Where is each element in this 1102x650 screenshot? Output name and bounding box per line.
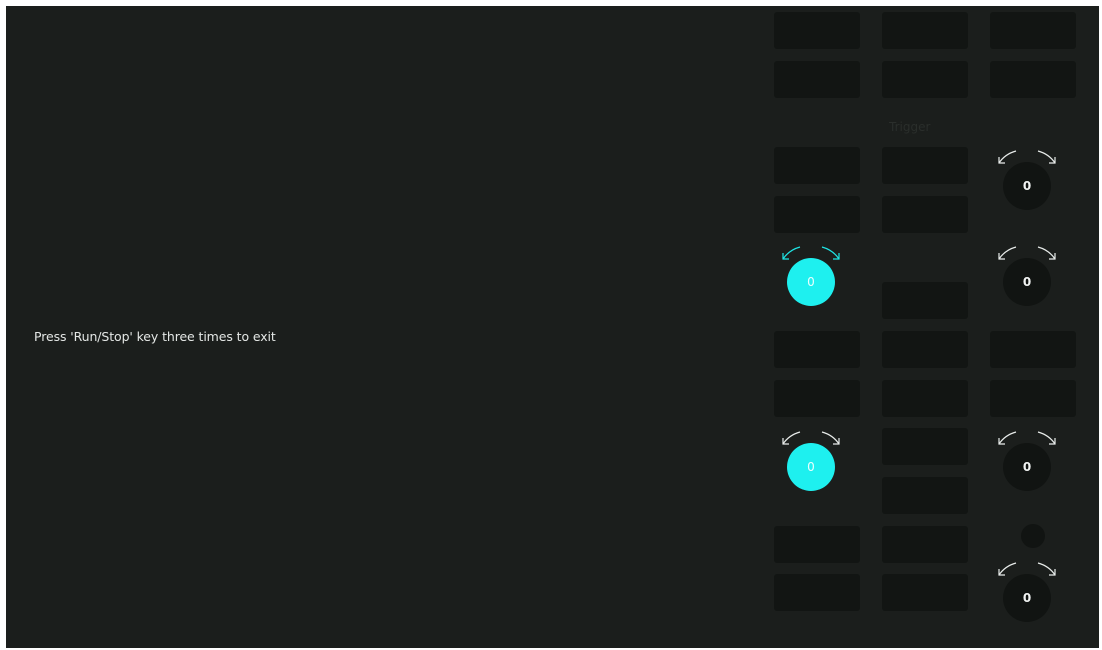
key-r6-c1[interactable]: [774, 331, 860, 368]
key-r2-c1[interactable]: [774, 61, 860, 98]
key-r1-c3[interactable]: [990, 12, 1076, 49]
key-r10-c2[interactable]: [882, 526, 968, 563]
key-r11-c1[interactable]: [774, 574, 860, 611]
knob-value: 0: [1003, 162, 1051, 210]
knob-1[interactable]: 0: [992, 146, 1062, 216]
key-r9-c2[interactable]: [882, 477, 968, 514]
knob-value: 0: [1003, 574, 1051, 622]
knob-value: 0: [1003, 443, 1051, 491]
key-r3-c2[interactable]: [882, 147, 968, 184]
key-r11-c2[interactable]: [882, 574, 968, 611]
knob-value: 0: [787, 258, 835, 306]
key-r2-c2[interactable]: [882, 61, 968, 98]
exit-instruction-text: Press 'Run/Stop' key three times to exit: [34, 329, 276, 344]
knob-6[interactable]: 0: [992, 558, 1062, 628]
key-r4-c1[interactable]: [774, 196, 860, 233]
knob-2[interactable]: 0: [776, 242, 846, 312]
key-r6-c3[interactable]: [990, 331, 1076, 368]
key-r4-c2[interactable]: [882, 196, 968, 233]
test-screen: Press 'Run/Stop' key three times to exit…: [6, 6, 1099, 648]
key-r8-c2[interactable]: [882, 428, 968, 465]
trigger-section-label: Trigger: [889, 120, 931, 134]
key-r7-c1[interactable]: [774, 380, 860, 417]
knob-3[interactable]: 0: [992, 242, 1062, 312]
key-r2-c3[interactable]: [990, 61, 1076, 98]
key-r7-c3[interactable]: [990, 380, 1076, 417]
knob-4[interactable]: 0: [776, 427, 846, 497]
key-r10-c1[interactable]: [774, 526, 860, 563]
status-indicator-led: [1021, 524, 1045, 548]
key-r1-c2[interactable]: [882, 12, 968, 49]
knob-5[interactable]: 0: [992, 427, 1062, 497]
knob-value: 0: [787, 443, 835, 491]
key-r1-c1[interactable]: [774, 12, 860, 49]
key-r7-c2[interactable]: [882, 380, 968, 417]
key-r6-c2[interactable]: [882, 331, 968, 368]
key-r5-c2[interactable]: [882, 282, 968, 319]
knob-value: 0: [1003, 258, 1051, 306]
key-r3-c1[interactable]: [774, 147, 860, 184]
